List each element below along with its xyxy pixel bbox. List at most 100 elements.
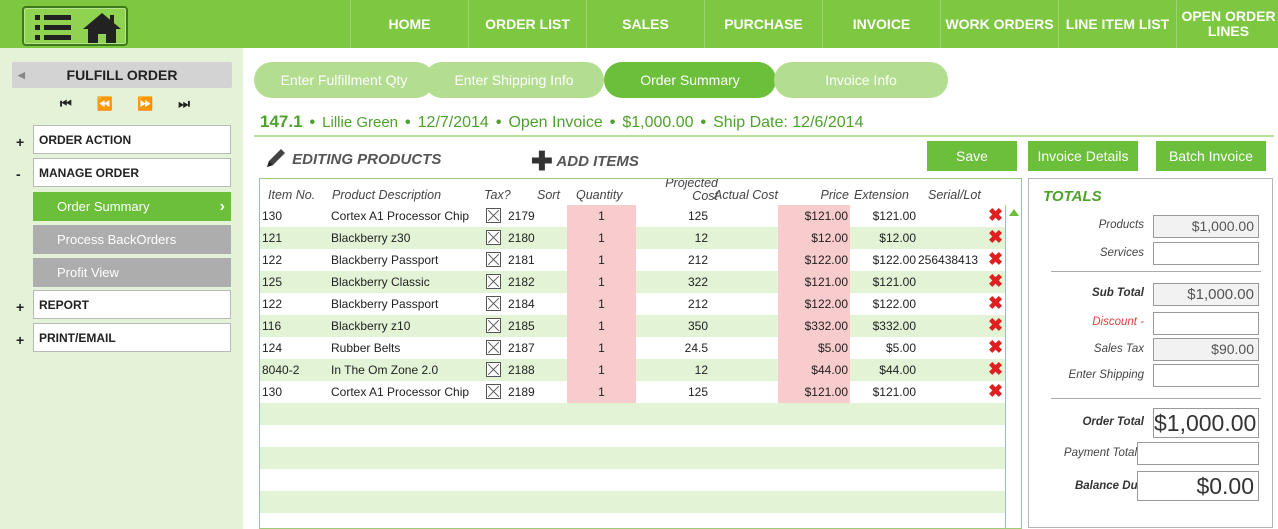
- table-row[interactable]: 122 Blackberry Passport 2181 1 212 $122.00 $12…: [260, 249, 1005, 271]
- sidebar-subitem-order-summary[interactable]: Order Summary ›: [33, 192, 231, 221]
- quantity-cell[interactable]: 1: [567, 209, 636, 223]
- item-no-cell[interactable]: 122: [262, 297, 282, 311]
- subtotal-field[interactable]: $1,000.00: [1153, 283, 1259, 306]
- collapse-left-icon[interactable]: ◀: [18, 62, 25, 88]
- projected-cost-cell[interactable]: 350: [640, 319, 708, 333]
- description-cell[interactable]: Blackberry z10: [331, 319, 410, 333]
- scroll-up-icon[interactable]: [1009, 209, 1019, 216]
- item-no-cell[interactable]: 130: [262, 385, 282, 399]
- add-items-button[interactable]: ✚ ADD ITEMS: [531, 146, 639, 177]
- step-enter-fulfillment-qty[interactable]: Enter Fulfillment Qty: [254, 62, 434, 98]
- editing-products-button[interactable]: EDITING PRODUCTS: [264, 146, 441, 170]
- table-row[interactable]: 124 Rubber Belts 2187 1 24.5 $5.00 $5.00 ✖: [260, 337, 1005, 359]
- table-row[interactable]: 125 Blackberry Classic 2182 1 322 $121.00 $121…: [260, 271, 1005, 293]
- table-row[interactable]: 130 Cortex A1 Processor Chip 2179 1 125 $121.…: [260, 205, 1005, 227]
- description-cell[interactable]: Rubber Belts: [331, 341, 400, 355]
- discount-field[interactable]: [1153, 312, 1259, 335]
- quantity-cell[interactable]: 1: [567, 297, 636, 311]
- tax-checkbox[interactable]: [486, 362, 501, 377]
- expand-toggle[interactable]: +: [16, 332, 24, 348]
- projected-cost-cell[interactable]: 212: [640, 253, 708, 267]
- delete-row-icon[interactable]: ✖: [988, 338, 1004, 356]
- quantity-cell[interactable]: 1: [567, 231, 636, 245]
- description-cell[interactable]: Blackberry Passport: [331, 297, 438, 311]
- item-no-cell[interactable]: 122: [262, 253, 282, 267]
- projected-cost-cell[interactable]: 322: [640, 275, 708, 289]
- invoice-details-button[interactable]: Invoice Details: [1028, 141, 1138, 171]
- save-button[interactable]: Save: [927, 141, 1017, 171]
- serial-lot-cell[interactable]: 256438413: [918, 253, 978, 267]
- sidebar-header[interactable]: ◀ FULFILL ORDER: [12, 62, 232, 88]
- table-scrollbar[interactable]: [1005, 205, 1021, 528]
- table-row[interactable]: 116 Blackberry z10 2185 1 350 $332.00 $332.00 ✖: [260, 315, 1005, 337]
- description-cell[interactable]: Blackberry Passport: [331, 253, 438, 267]
- price-cell[interactable]: $332.00: [778, 319, 848, 333]
- services-field[interactable]: [1153, 242, 1259, 265]
- projected-cost-cell[interactable]: 125: [640, 209, 708, 223]
- expand-toggle[interactable]: +: [16, 299, 24, 315]
- table-row[interactable]: [260, 447, 1005, 469]
- description-cell[interactable]: Blackberry Classic: [331, 275, 430, 289]
- table-row[interactable]: 121 Blackberry z30 2180 1 12 $12.00 $12.00 ✖: [260, 227, 1005, 249]
- nav-order-list[interactable]: ORDER LIST: [468, 0, 586, 48]
- table-row[interactable]: [260, 491, 1005, 513]
- expand-toggle[interactable]: +: [16, 134, 24, 150]
- home-menu-button[interactable]: [22, 6, 128, 46]
- tax-checkbox[interactable]: [486, 340, 501, 355]
- description-cell[interactable]: In The Om Zone 2.0: [331, 363, 438, 377]
- balance-due-field[interactable]: $0.00: [1137, 471, 1259, 501]
- sort-cell[interactable]: 2181: [508, 253, 535, 267]
- item-no-cell[interactable]: 116: [262, 319, 281, 333]
- tax-checkbox[interactable]: [486, 252, 501, 267]
- sort-cell[interactable]: 2182: [508, 275, 535, 289]
- previous-record-icon[interactable]: ⏪: [96, 96, 112, 112]
- projected-cost-cell[interactable]: 12: [640, 363, 708, 377]
- table-row[interactable]: [260, 403, 1005, 425]
- nav-sales[interactable]: SALES: [586, 0, 704, 48]
- item-no-cell[interactable]: 8040-2: [262, 363, 299, 377]
- projected-cost-cell[interactable]: 125: [640, 385, 708, 399]
- quantity-cell[interactable]: 1: [567, 253, 636, 267]
- shipping-field[interactable]: [1153, 364, 1259, 387]
- description-cell[interactable]: Blackberry z30: [331, 231, 410, 245]
- sort-cell[interactable]: 2185: [508, 319, 535, 333]
- delete-row-icon[interactable]: ✖: [988, 360, 1004, 378]
- tax-checkbox[interactable]: [486, 384, 501, 399]
- step-invoice-info[interactable]: Invoice Info: [774, 62, 948, 98]
- table-row[interactable]: 122 Blackberry Passport 2184 1 212 $122.00 $12…: [260, 293, 1005, 315]
- delete-row-icon[interactable]: ✖: [988, 250, 1004, 268]
- price-cell[interactable]: $12.00: [778, 231, 848, 245]
- price-cell[interactable]: $121.00: [778, 385, 848, 399]
- sort-cell[interactable]: 2188: [508, 363, 535, 377]
- products-field[interactable]: $1,000.00: [1153, 215, 1259, 238]
- sidebar-subitem-process-backorders[interactable]: Process BackOrders: [33, 225, 231, 254]
- sales-tax-field[interactable]: $90.00: [1153, 338, 1259, 361]
- table-row[interactable]: 8040-2 In The Om Zone 2.0 2188 1 12 $44.00 $44…: [260, 359, 1005, 381]
- tax-checkbox[interactable]: [486, 296, 501, 311]
- table-row[interactable]: [260, 513, 1005, 528]
- projected-cost-cell[interactable]: 212: [640, 297, 708, 311]
- delete-row-icon[interactable]: ✖: [988, 316, 1004, 334]
- item-no-cell[interactable]: 124: [262, 341, 282, 355]
- sort-cell[interactable]: 2180: [508, 231, 535, 245]
- sidebar-item-print-email[interactable]: PRINT/EMAIL: [33, 323, 231, 352]
- description-cell[interactable]: Cortex A1 Processor Chip: [331, 385, 469, 399]
- delete-row-icon[interactable]: ✖: [988, 206, 1004, 224]
- quantity-cell[interactable]: 1: [567, 363, 636, 377]
- price-cell[interactable]: $121.00: [778, 275, 848, 289]
- sort-cell[interactable]: 2184: [508, 297, 535, 311]
- collapse-toggle[interactable]: -: [16, 166, 21, 182]
- first-record-icon[interactable]: ⏮: [60, 96, 72, 112]
- batch-invoice-button[interactable]: Batch Invoice: [1156, 141, 1266, 171]
- last-record-icon[interactable]: ⏭: [178, 96, 190, 112]
- tax-checkbox[interactable]: [486, 208, 501, 223]
- delete-row-icon[interactable]: ✖: [988, 294, 1004, 312]
- nav-work-orders[interactable]: WORK ORDERS: [940, 0, 1058, 48]
- price-cell[interactable]: $121.00: [778, 209, 848, 223]
- order-total-field[interactable]: $1,000.00: [1153, 408, 1259, 438]
- price-cell[interactable]: $44.00: [778, 363, 848, 377]
- step-enter-shipping-info[interactable]: Enter Shipping Info: [424, 62, 604, 98]
- quantity-cell[interactable]: 1: [567, 275, 636, 289]
- delete-row-icon[interactable]: ✖: [988, 382, 1004, 400]
- table-row[interactable]: [260, 469, 1005, 491]
